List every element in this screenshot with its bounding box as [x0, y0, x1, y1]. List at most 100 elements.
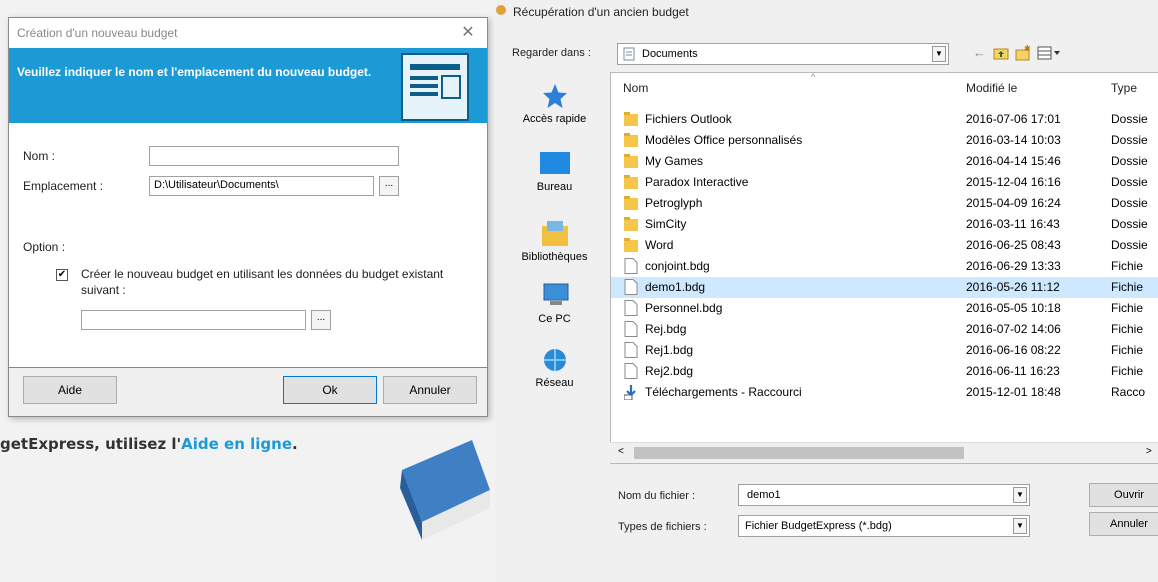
aide-button[interactable]: Aide	[23, 376, 117, 404]
file-name: demo1.bdg	[645, 280, 706, 294]
close-icon[interactable]: ✕	[455, 21, 481, 45]
place-network[interactable]: Réseau	[507, 346, 602, 389]
file-name: Téléchargements - Raccourci	[645, 385, 802, 399]
place-desktop[interactable]: Bureau	[507, 150, 602, 193]
emplacement-input[interactable]: D:\Utilisateur\Documents\	[149, 176, 374, 196]
new-folder-icon[interactable]: ✱	[1015, 45, 1031, 61]
folder-icon	[624, 133, 638, 147]
filename-label: Nom du fichier :	[618, 490, 696, 502]
file-row[interactable]: Rej.bdg 2016-07-02 14:06 Fichie	[611, 319, 1158, 340]
use-existing-label: Créer le nouveau budget en utilisant les…	[81, 267, 444, 297]
place-label: Bureau	[536, 181, 573, 193]
folder-icon	[624, 175, 638, 189]
file-name: conjoint.bdg	[645, 259, 710, 273]
file-type: Dossie	[1111, 154, 1148, 168]
file-row[interactable]: demo1.bdg 2016-05-26 11:12 Fichie	[611, 277, 1158, 298]
file-row[interactable]: Modèles Office personnalisés 2016-03-14 1…	[611, 130, 1158, 151]
file-modified: 2016-03-11 16:43	[966, 217, 1060, 231]
column-header-modified[interactable]: Modifié le	[966, 81, 1017, 95]
use-existing-checkbox[interactable]: ✔	[56, 269, 68, 281]
column-header-type[interactable]: Type	[1111, 81, 1137, 95]
file-modified: 2015-12-04 16:16	[966, 175, 1061, 189]
file-row[interactable]: Téléchargements - Raccourci 2015-12-01 18…	[611, 382, 1158, 403]
file-name: Paradox Interactive	[645, 175, 749, 189]
dialog-titlebar: Création d'un nouveau budget ✕	[9, 18, 487, 48]
nom-label: Nom :	[23, 149, 56, 163]
file-row[interactable]: Word 2016-06-25 08:43 Dossie	[611, 235, 1158, 256]
new-budget-dialog: Création d'un nouveau budget ✕ Veuillez …	[8, 17, 488, 417]
library-icon	[541, 221, 568, 246]
online-help-link[interactable]: Aide en ligne	[181, 435, 292, 453]
file-modified: 2016-04-14 15:46	[966, 154, 1061, 168]
nom-input[interactable]	[149, 146, 399, 166]
up-folder-icon[interactable]	[993, 45, 1009, 61]
folder-icon	[624, 238, 638, 252]
cancel-button[interactable]: Annuler	[1089, 512, 1158, 536]
file-modified: 2016-05-26 11:12	[966, 280, 1060, 294]
document-icon	[401, 53, 469, 121]
existing-budget-input[interactable]	[81, 310, 306, 330]
filetype-select[interactable]: Fichier BudgetExpress (*.bdg) ▼	[738, 515, 1030, 537]
filetype-value: Fichier BudgetExpress (*.bdg)	[745, 520, 892, 532]
place-libraries[interactable]: Bibliothèques	[507, 218, 602, 263]
computer-icon	[543, 283, 568, 305]
column-header-name[interactable]: Nom	[623, 81, 648, 95]
app-icon	[496, 5, 506, 15]
file-row[interactable]: Rej2.bdg 2016-06-11 16:23 Fichie	[611, 361, 1158, 382]
annuler-button[interactable]: Annuler	[383, 376, 477, 404]
file-icon	[624, 321, 638, 337]
browse-budget-button[interactable]: ...	[311, 310, 331, 330]
file-row[interactable]: Petroglyph 2015-04-09 16:24 Dossie	[611, 193, 1158, 214]
back-arrow-icon[interactable]: ←	[973, 45, 986, 60]
file-icon	[624, 279, 638, 295]
file-modified: 2015-04-09 16:24	[966, 196, 1061, 210]
file-icon	[624, 342, 638, 358]
file-modified: 2016-06-11 16:23	[966, 364, 1060, 378]
scrollbar-thumb[interactable]	[634, 447, 964, 459]
file-name: SimCity	[645, 217, 687, 231]
file-row[interactable]: SimCity 2016-03-11 16:43 Dossie	[611, 214, 1158, 235]
look-in-select[interactable]: Documents ▼	[617, 43, 949, 65]
network-icon	[543, 349, 566, 371]
file-type: Dossie	[1111, 175, 1148, 189]
file-row[interactable]: Personnel.bdg 2016-05-05 10:18 Fichie	[611, 298, 1158, 319]
browse-location-button[interactable]: ...	[379, 176, 399, 196]
file-row[interactable]: Paradox Interactive 2015-12-04 16:16 Dossi…	[611, 172, 1158, 193]
file-type: Dossie	[1111, 196, 1148, 210]
scroll-right-icon[interactable]: >	[1146, 446, 1152, 457]
file-type: Fichie	[1111, 280, 1144, 294]
view-menu-icon[interactable]	[1037, 45, 1061, 61]
scroll-left-icon[interactable]: <	[618, 446, 624, 457]
dialog-body: Nom : Emplacement : D:\Utilisateur\Docum…	[9, 123, 487, 367]
chevron-down-icon[interactable]: ▼	[1013, 487, 1027, 503]
file-type: Fichie	[1111, 301, 1144, 315]
horizontal-scrollbar[interactable]: < >	[610, 442, 1158, 463]
filename-input[interactable]: demo1 ▼	[738, 484, 1030, 506]
file-modified: 2016-06-16 08:22	[966, 343, 1061, 357]
option-label: Option :	[23, 240, 66, 254]
dialog-title: Récupération d'un ancien budget	[513, 5, 689, 19]
folder-icon	[624, 217, 638, 231]
ok-button[interactable]: Ok	[283, 376, 377, 404]
banner-instructions: Veuillez indiquer le nom et l'emplacemen…	[17, 65, 372, 79]
file-row[interactable]: Fichiers Outlook 2016-07-06 17:01 Dossie	[611, 109, 1158, 130]
file-modified: 2016-06-29 13:33	[966, 259, 1061, 273]
place-this-pc[interactable]: Ce PC	[507, 282, 602, 325]
help-text: getExpress, utilisez l'Aide en ligne.	[0, 435, 298, 453]
file-modified: 2016-03-14 10:03	[966, 133, 1061, 147]
file-row[interactable]: Rej1.bdg 2016-06-16 08:22 Fichie	[611, 340, 1158, 361]
open-button[interactable]: Ouvrir	[1089, 483, 1158, 507]
place-label: Réseau	[535, 377, 574, 389]
file-row[interactable]: My Games 2016-04-14 15:46 Dossie	[611, 151, 1158, 172]
file-list: Nom ^ Modifié le Type Fichiers Outlook 20…	[610, 72, 1158, 464]
chevron-down-icon: ▼	[932, 46, 946, 62]
file-row[interactable]: conjoint.bdg 2016-06-29 13:33 Fichie	[611, 256, 1158, 277]
sort-chevron-icon: ^	[811, 72, 816, 82]
folder-icon	[624, 196, 638, 210]
file-modified: 2016-05-05 10:18	[966, 301, 1061, 315]
chevron-down-icon[interactable]: ▼	[1013, 518, 1027, 534]
file-type: Fichie	[1111, 259, 1144, 273]
place-quick-access[interactable]: Accès rapide	[507, 82, 602, 125]
file-name: Rej.bdg	[645, 322, 687, 336]
place-label: Accès rapide	[522, 113, 587, 125]
